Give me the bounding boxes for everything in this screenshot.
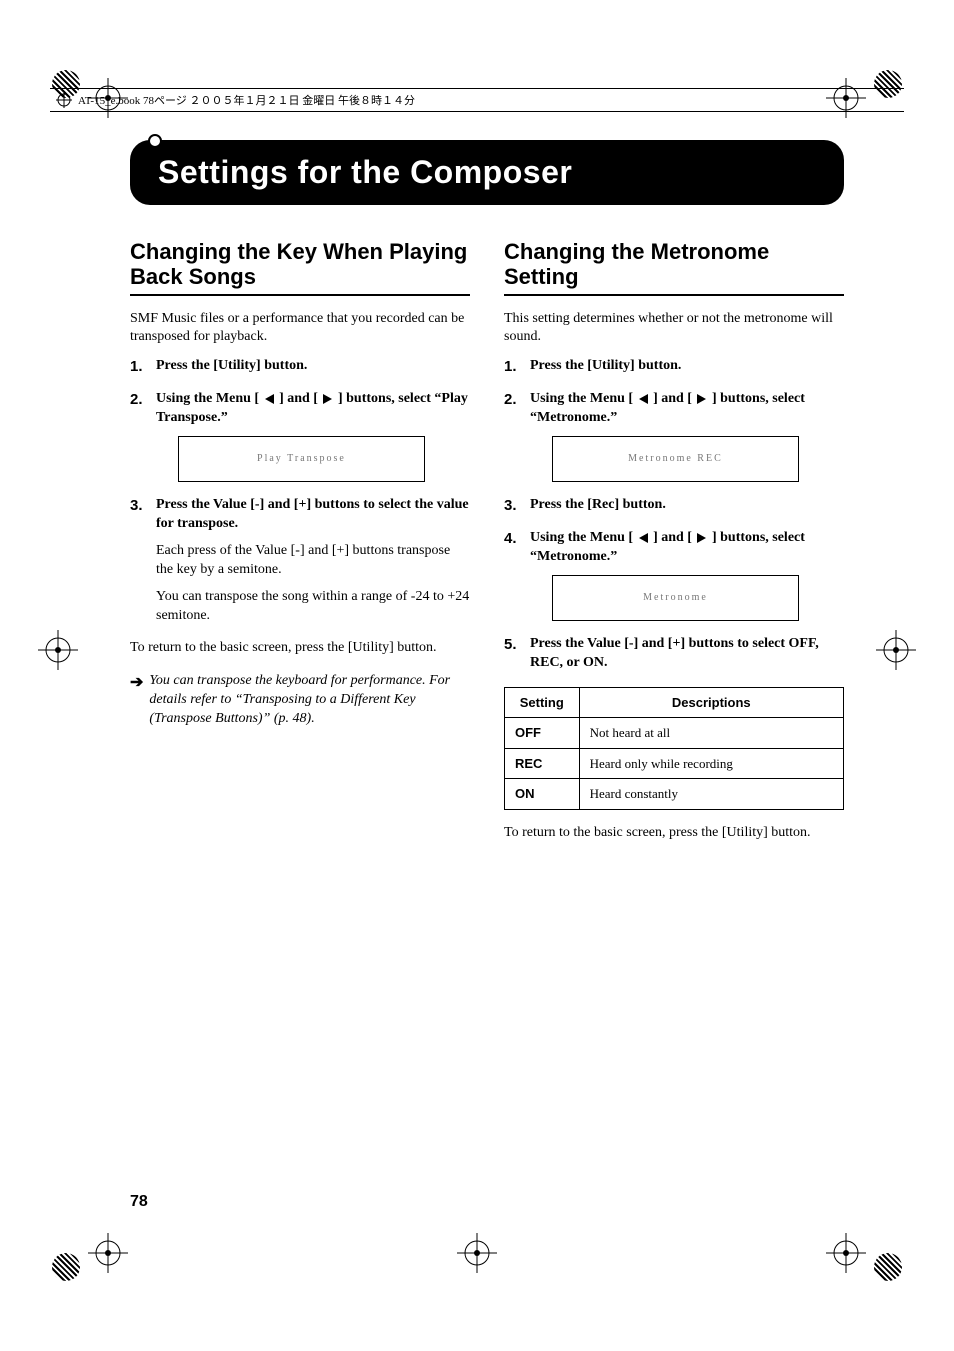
table-cell: Not heard at all — [579, 718, 843, 749]
chapter-title-band: Settings for the Composer — [130, 140, 844, 205]
left-column: Changing the Key When Playing Back Songs… — [130, 233, 470, 853]
lcd-display: Play Transpose — [178, 436, 425, 482]
table-header: Descriptions — [579, 687, 843, 718]
step-text: Press the [Utility] button. — [530, 358, 681, 373]
steps-right: Press the [Utility] button. Using the Me… — [504, 357, 844, 672]
intro-right: This setting determines whether or not t… — [504, 310, 844, 348]
file-info-bar: AT-15_e.book 78ページ ２００５年１月２１日 金曜日 午後８時１４… — [50, 88, 904, 112]
step-text: Press the [Rec] button. — [530, 497, 666, 512]
registration-mark-icon — [38, 630, 78, 660]
arrow-right-icon: ➔ — [130, 672, 143, 694]
triangle-right-icon — [697, 533, 706, 543]
registration-mark-icon — [826, 1233, 866, 1273]
triangle-right-icon — [323, 394, 332, 404]
registration-mark-icon — [457, 1233, 497, 1273]
registration-mark-icon — [876, 630, 916, 660]
return-line-right: To return to the basic screen, press the… — [504, 824, 844, 843]
step-text-mid: ] and [ — [276, 391, 322, 406]
step-text-pre: Using the Menu [ — [530, 530, 637, 545]
step-text-mid: ] and [ — [650, 391, 696, 406]
section-heading-right: Changing the Metronome Setting — [504, 239, 844, 296]
step-item: Press the [Rec] button. — [504, 496, 844, 515]
page-number: 78 — [130, 1193, 148, 1211]
step-sub: Each press of the Value [-] and [+] butt… — [156, 542, 470, 580]
registration-mark-icon — [88, 1233, 128, 1273]
triangle-right-icon — [697, 394, 706, 404]
triangle-left-icon — [639, 394, 648, 404]
step-text-pre: Using the Menu [ — [156, 391, 263, 406]
step-text-mid: ] and [ — [650, 530, 696, 545]
table-cell: REC — [505, 748, 580, 779]
two-column-layout: Changing the Key When Playing Back Songs… — [130, 233, 844, 853]
step-text: Press the Value [-] and [+] buttons to s… — [156, 497, 469, 531]
lcd-text: Metronome REC — [628, 452, 723, 466]
table-cell: ON — [505, 779, 580, 810]
step-text: Press the Value [-] and [+] buttons to s… — [530, 636, 819, 670]
step-item: Using the Menu [ ] and [ ] buttons, sele… — [504, 529, 844, 621]
registration-mark-icon — [56, 92, 72, 108]
table-cell: Heard only while recording — [579, 748, 843, 779]
table-row: ON Heard constantly — [505, 779, 844, 810]
corner-hatch-bl — [52, 1253, 80, 1281]
lcd-text: Metronome — [643, 591, 708, 605]
table-header: Setting — [505, 687, 580, 718]
cross-reference-note: ➔ You can transpose the keyboard for per… — [130, 672, 470, 729]
page: AT-15_e.book 78ページ ２００５年１月２１日 金曜日 午後８時１４… — [0, 0, 954, 1351]
intro-left: SMF Music files or a performance that yo… — [130, 310, 470, 348]
step-item: Press the [Utility] button. — [504, 357, 844, 376]
content-area: Settings for the Composer Changing the K… — [130, 140, 844, 853]
table-cell: Heard constantly — [579, 779, 843, 810]
file-info-text: AT-15_e.book 78ページ ２００５年１月２１日 金曜日 午後８時１４… — [78, 92, 415, 108]
corner-hatch-br — [874, 1253, 902, 1281]
step-item: Using the Menu [ ] and [ ] buttons, sele… — [130, 390, 470, 482]
step-sub: You can transpose the song within a rang… — [156, 588, 470, 626]
step-item: Press the [Utility] button. — [130, 357, 470, 376]
note-text: You can transpose the keyboard for perfo… — [149, 672, 470, 729]
lcd-display: Metronome REC — [552, 436, 799, 482]
steps-left: Press the [Utility] button. Using the Me… — [130, 357, 470, 625]
table-row: OFF Not heard at all — [505, 718, 844, 749]
settings-table: Setting Descriptions OFF Not heard at al… — [504, 687, 844, 810]
table-cell: OFF — [505, 718, 580, 749]
step-item: Press the Value [-] and [+] buttons to s… — [504, 635, 844, 673]
triangle-left-icon — [265, 394, 274, 404]
step-text: Press the [Utility] button. — [156, 358, 307, 373]
table-row: REC Heard only while recording — [505, 748, 844, 779]
step-text-pre: Using the Menu [ — [530, 391, 637, 406]
step-item: Using the Menu [ ] and [ ] buttons, sele… — [504, 390, 844, 482]
lcd-display: Metronome — [552, 575, 799, 621]
section-heading-left: Changing the Key When Playing Back Songs — [130, 239, 470, 296]
right-column: Changing the Metronome Setting This sett… — [504, 233, 844, 853]
chapter-title: Settings for the Composer — [158, 154, 816, 191]
triangle-left-icon — [639, 533, 648, 543]
lcd-text: Play Transpose — [257, 452, 346, 466]
return-line-left: To return to the basic screen, press the… — [130, 639, 470, 658]
step-item: Press the Value [-] and [+] buttons to s… — [130, 496, 470, 625]
